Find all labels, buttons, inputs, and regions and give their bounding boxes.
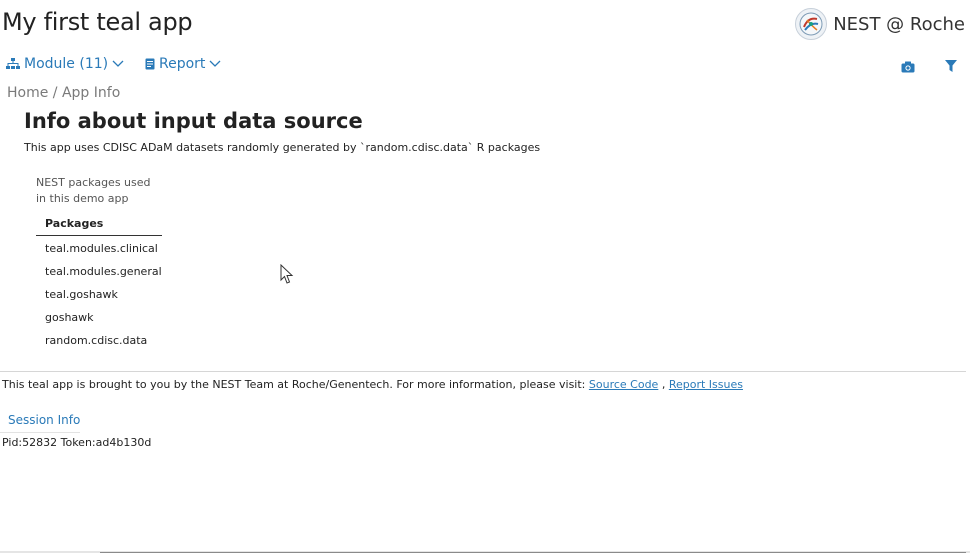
mouse-pointer-icon (280, 263, 294, 289)
nest-logo-icon (795, 8, 828, 40)
filter-icon[interactable] (945, 58, 957, 77)
module-label: Module (11) (24, 56, 109, 72)
report-label: Report (159, 56, 206, 72)
app-title: My first teal app (2, 8, 193, 36)
table-header: Packages (36, 212, 162, 236)
chevron-down-icon (112, 60, 124, 68)
page-title: Info about input data source (24, 109, 363, 133)
footer-description: This teal app is brought to you by the N… (2, 378, 586, 391)
bottom-divider-line (100, 552, 966, 553)
table-cell: teal.modules.clinical (45, 241, 158, 255)
info-description: This app uses CDISC ADaM datasets random… (24, 141, 541, 154)
divider (0, 371, 966, 372)
sitemap-icon (6, 58, 20, 70)
report-issues-link[interactable]: Report Issues (669, 378, 743, 391)
navbar: Module (11) Report (0, 56, 970, 76)
footer-text: This teal app is brought to you by the N… (2, 378, 743, 391)
brand-name: NEST @ Roche (833, 13, 965, 35)
table-cell: random.cdisc.data (45, 333, 148, 347)
table-row: teal.modules.general (36, 259, 162, 282)
report-dropdown[interactable]: Report (145, 56, 221, 72)
table-header-row: Packages (36, 212, 162, 236)
module-dropdown[interactable]: Module (11) (6, 56, 124, 72)
document-icon (145, 58, 155, 70)
table-row: teal.modules.clinical (36, 236, 162, 260)
table-cell: goshawk (45, 310, 94, 324)
chevron-down-icon (209, 60, 221, 68)
table-row: goshawk (36, 305, 162, 328)
camera-icon[interactable] (901, 58, 915, 77)
table-row: teal.goshawk (36, 282, 162, 305)
pid-token: Pid:52832 Token:ad4b130d (2, 436, 152, 449)
session-info-button[interactable]: Session Info (8, 413, 80, 427)
table-caption: NEST packages used in this demo app (36, 176, 151, 205)
brand: NEST @ Roche (795, 8, 965, 40)
packages-table: Packages teal.modules.clinical teal.modu… (36, 212, 162, 351)
table-cell: teal.goshawk (45, 287, 118, 301)
divider (0, 432, 80, 433)
table-row: random.cdisc.data (36, 328, 162, 351)
breadcrumb: Home / App Info (7, 85, 121, 101)
source-code-link[interactable]: Source Code (589, 378, 658, 391)
table-cell: teal.modules.general (45, 264, 162, 278)
footer-separator: , (661, 378, 666, 391)
